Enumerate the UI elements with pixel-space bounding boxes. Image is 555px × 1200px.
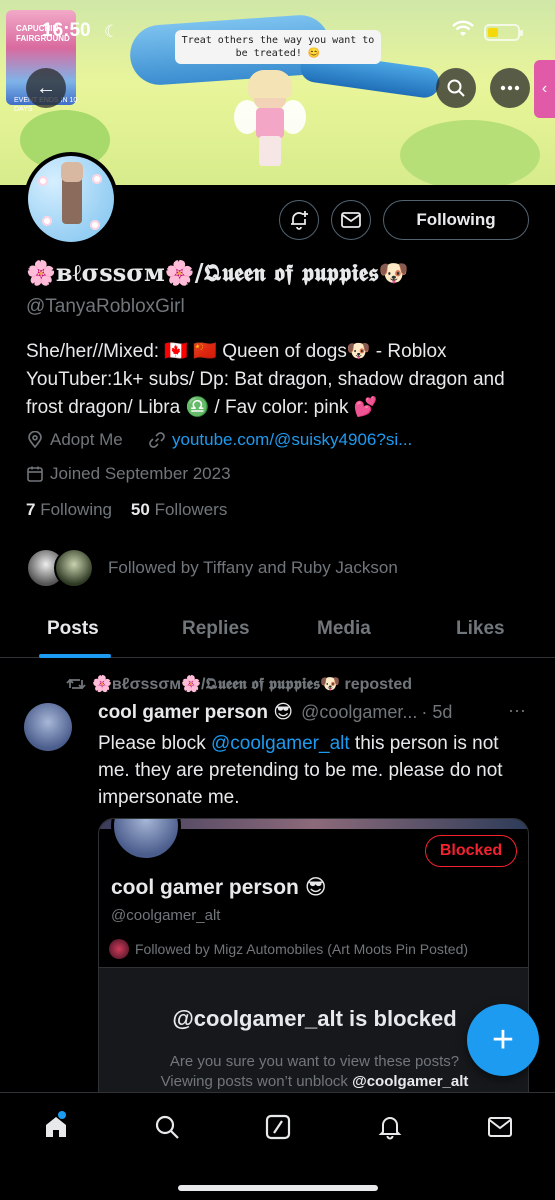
profile-bio: She/her//Mixed: 🇨🇦 🇨🇳 Queen of dogs🐶 - R… bbox=[26, 341, 505, 418]
grok-icon bbox=[265, 1114, 291, 1140]
home-notification-dot bbox=[58, 1111, 66, 1119]
bottom-navigation bbox=[0, 1092, 555, 1200]
post-text-before: Please block bbox=[98, 733, 212, 754]
home-icon bbox=[46, 1117, 66, 1137]
location-pin-icon bbox=[28, 431, 42, 449]
card-handle: @coolgamer_alt bbox=[111, 907, 221, 924]
back-arrow-icon: ← bbox=[36, 76, 56, 99]
card-avatar bbox=[111, 819, 181, 861]
calendar-icon bbox=[27, 466, 43, 482]
profile-handle: @TanyaRobloxGirl bbox=[26, 296, 185, 317]
compose-post-button[interactable]: + bbox=[467, 1004, 539, 1076]
blocked-button[interactable]: Blocked bbox=[425, 835, 517, 867]
status-time: 16:50 bbox=[42, 20, 91, 41]
notifications-toggle-button[interactable] bbox=[279, 200, 319, 240]
banner-tree bbox=[400, 120, 540, 185]
post-header: cool gamer person 😎 @coolgamer... · 5d bbox=[98, 701, 533, 724]
tab-replies[interactable]: Replies bbox=[182, 618, 250, 640]
post-author-handle[interactable]: @coolgamer... bbox=[301, 702, 417, 723]
wifi-icon bbox=[452, 20, 474, 43]
status-bar: 16:50 ☾ bbox=[0, 18, 555, 46]
blocked-notice-panel: @coolgamer_alt is blocked Are you sure y… bbox=[99, 967, 528, 1107]
repost-icon bbox=[66, 678, 86, 690]
nav-search[interactable] bbox=[147, 1107, 187, 1147]
home-indicator bbox=[178, 1185, 378, 1191]
back-button[interactable]: ← bbox=[26, 68, 66, 108]
post-author-name[interactable]: cool gamer person 😎 bbox=[98, 701, 293, 724]
following-button[interactable]: Following bbox=[383, 200, 529, 240]
tab-likes[interactable]: Likes bbox=[456, 618, 505, 640]
mutual-avatar bbox=[54, 548, 94, 588]
quoted-profile-card[interactable]: Blocked cool gamer person 😎 @coolgamer_a… bbox=[98, 818, 529, 1108]
post-text: Please block @coolgamer_alt this person … bbox=[98, 730, 528, 811]
post-more-button[interactable]: ··· bbox=[508, 700, 526, 721]
profile-website[interactable]: youtube.com/@suisky4906?si... bbox=[148, 430, 412, 450]
profile-tabs: Posts Replies Media Likes bbox=[0, 604, 555, 658]
bell-plus-icon bbox=[291, 211, 308, 230]
blocked-notice-text: Are you sure you want to view these post… bbox=[99, 1052, 528, 1092]
followers-label: Followers bbox=[154, 500, 228, 519]
card-followed-by: Followed by Migz Automobiles (Art Moots … bbox=[109, 939, 468, 959]
joined-text: Joined September 2023 bbox=[50, 464, 231, 483]
profile-joined: Joined September 2023 bbox=[26, 464, 231, 484]
search-icon bbox=[447, 79, 465, 97]
message-button[interactable] bbox=[331, 200, 371, 240]
envelope-icon bbox=[341, 212, 361, 228]
mutual-avatar bbox=[109, 939, 129, 959]
followers-count-link[interactable]: 50 Followers bbox=[131, 500, 227, 519]
more-icon bbox=[500, 85, 520, 91]
plus-icon: + bbox=[491, 1018, 515, 1061]
envelope-icon bbox=[488, 1117, 512, 1137]
repost-text: 🌸ʙℓσѕѕσм🌸/𝕼𝖚𝖊𝖊𝖓 𝖔𝖋 𝖕𝖚𝖕𝖕𝖎𝖊𝖘🐶 reposted bbox=[92, 676, 413, 693]
search-icon bbox=[155, 1115, 179, 1139]
nav-notifications[interactable] bbox=[370, 1107, 410, 1147]
repost-indicator: 🌸ʙℓσѕѕσм🌸/𝕼𝖚𝖊𝖊𝖓 𝖔𝖋 𝖕𝖚𝖕𝖕𝖎𝖊𝖘🐶 reposted bbox=[66, 674, 412, 694]
follow-counts: 7 Following 50 Followers bbox=[26, 500, 227, 520]
blocked-notice-line2: Viewing posts won’t unblock bbox=[160, 1073, 353, 1090]
location-text: Adopt Me bbox=[50, 430, 123, 449]
bell-icon bbox=[378, 1117, 402, 1140]
banner-avatar-character bbox=[234, 70, 306, 170]
blocked-notice-handle: @coolgamer_alt bbox=[352, 1073, 469, 1090]
focus-moon-icon: ☾ bbox=[104, 22, 120, 41]
website-link[interactable]: youtube.com/@suisky4906?si... bbox=[172, 430, 412, 450]
following-label: Following bbox=[40, 500, 113, 519]
side-tab-handle[interactable]: ‹ bbox=[534, 60, 555, 118]
link-icon bbox=[149, 432, 165, 448]
following-count: 7 bbox=[26, 500, 36, 519]
battery-icon bbox=[484, 24, 523, 41]
profile-avatar[interactable] bbox=[24, 152, 118, 246]
profile-location: Adopt Me bbox=[26, 430, 123, 450]
following-count-link[interactable]: 7 Following bbox=[26, 500, 112, 519]
nav-messages[interactable] bbox=[480, 1107, 520, 1147]
active-tab-indicator bbox=[39, 654, 111, 658]
blocked-notice-line1: Are you sure you want to view these post… bbox=[169, 1053, 460, 1070]
nav-grok[interactable] bbox=[258, 1107, 298, 1147]
post-mention-link[interactable]: @coolgamer_alt bbox=[211, 733, 350, 754]
followed-by-row[interactable]: Followed by Tiffany and Ruby Jackson bbox=[26, 546, 398, 590]
followed-by-text: Followed by Tiffany and Ruby Jackson bbox=[108, 558, 398, 577]
post-author-avatar[interactable] bbox=[24, 703, 72, 751]
nav-home[interactable] bbox=[36, 1107, 76, 1147]
chevron-left-icon: ‹ bbox=[541, 80, 548, 97]
blocked-notice-title: @coolgamer_alt is blocked bbox=[172, 1006, 457, 1031]
post-age: · 5d bbox=[421, 702, 453, 722]
search-button[interactable] bbox=[436, 68, 476, 108]
more-options-button[interactable] bbox=[490, 68, 530, 108]
profile-display-name: 🌸ʙℓσѕѕσм🌸/𝕼𝖚𝖊𝖊𝖓 𝖔𝖋 𝖕𝖚𝖕𝖕𝖎𝖊𝖘🐶 bbox=[26, 258, 409, 287]
avatar-image bbox=[28, 156, 114, 242]
card-followed-by-text: Followed by Migz Automobiles (Art Moots … bbox=[135, 941, 469, 957]
tab-media[interactable]: Media bbox=[317, 618, 371, 640]
card-name: cool gamer person 😎 bbox=[111, 876, 327, 899]
tab-posts[interactable]: Posts bbox=[47, 618, 99, 640]
followers-count: 50 bbox=[130, 500, 150, 519]
